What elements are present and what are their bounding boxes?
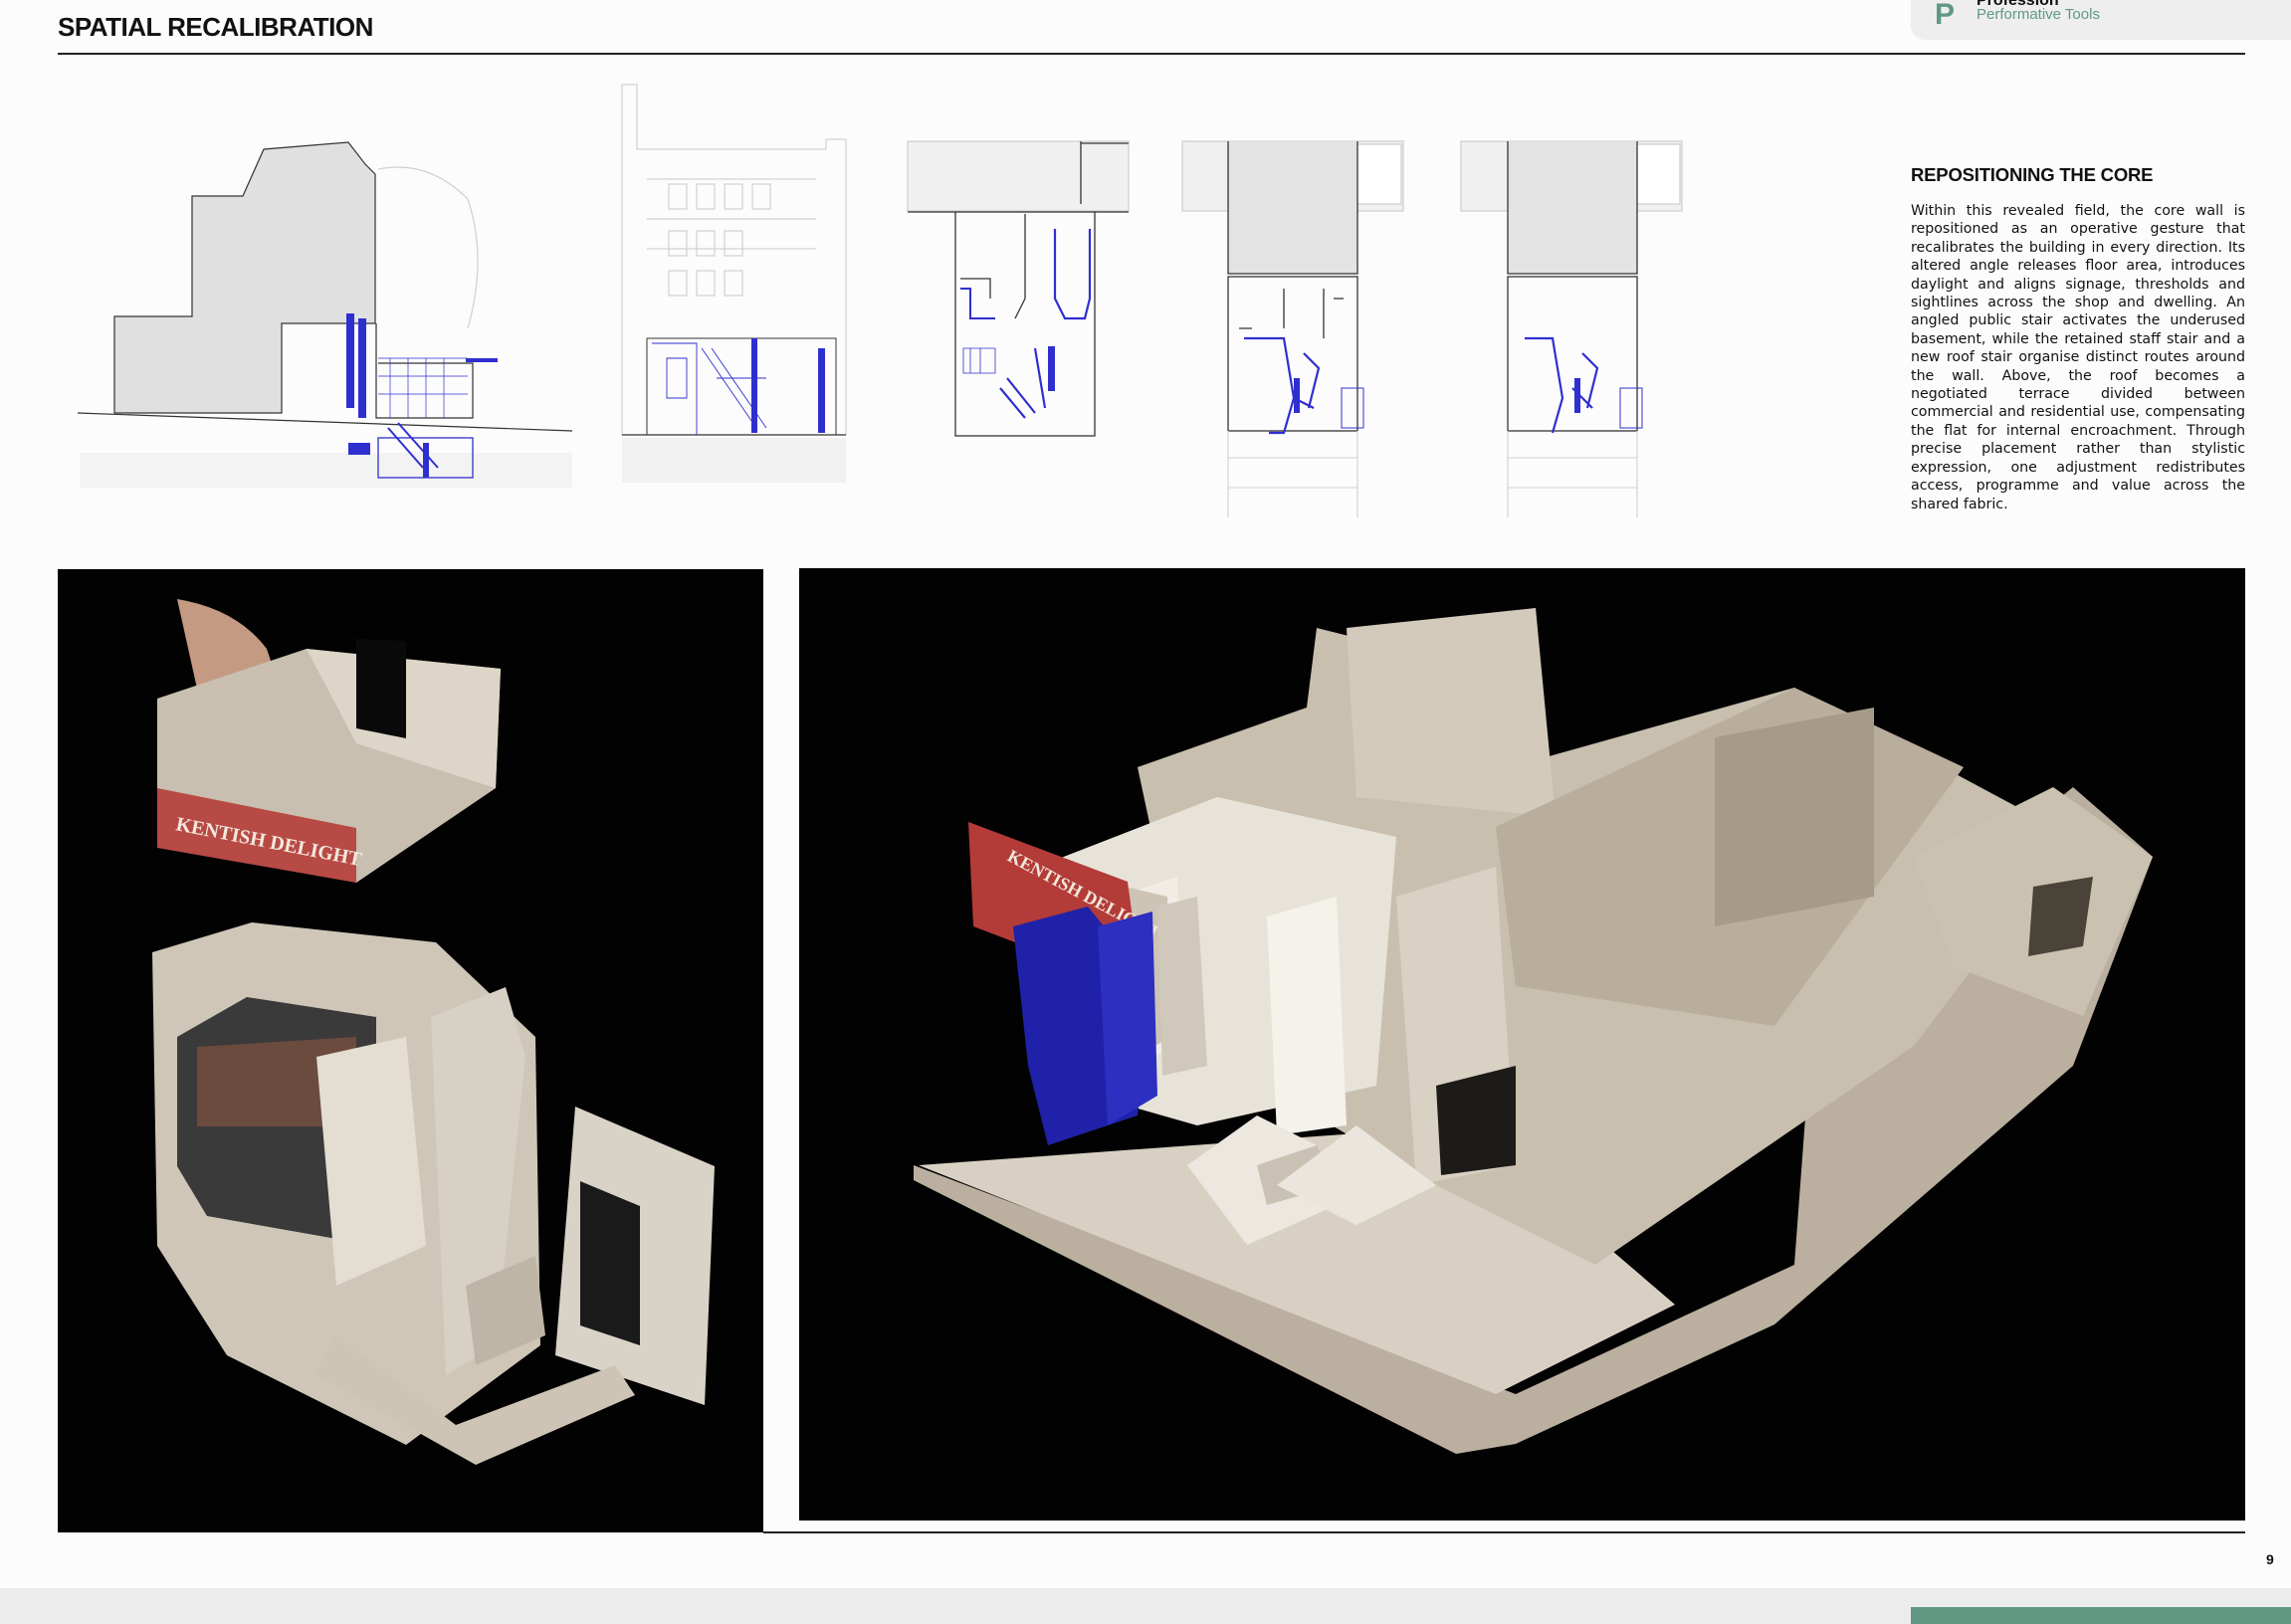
plan-drawing-upper — [1460, 140, 1683, 517]
model-photo-exploded: KENTISH DELIGHT — [58, 569, 763, 1532]
page-number: 9 — [2266, 1551, 2274, 1567]
section-drawing — [77, 141, 573, 488]
plan-drawing-basement — [907, 140, 1130, 437]
section-heading: REPOSITIONING THE CORE — [1911, 164, 2154, 185]
footer-accent-bar — [1911, 1607, 2291, 1624]
elevation-drawing — [621, 84, 847, 483]
brand-subtitle: Performative Tools — [1977, 6, 2100, 23]
section-body: Within this revealed field, the core wal… — [1911, 203, 2245, 512]
model-photo-assembled: KENTISH DELIGHT — [799, 568, 2245, 1521]
plan-drawing-ground — [1181, 140, 1404, 517]
portfolio-page: SPATIAL RECALIBRATION P Profession Perfo… — [0, 0, 2291, 1588]
brand-logo-letter: P — [1935, 0, 1956, 31]
architectural-drawings — [77, 84, 1683, 517]
tool-tab[interactable]: P Profession Performative Tools — [1911, 0, 2291, 40]
text-block: REPOSITIONING THE CORE Within this revea… — [1911, 164, 2245, 513]
bottom-rule — [763, 1531, 2245, 1533]
